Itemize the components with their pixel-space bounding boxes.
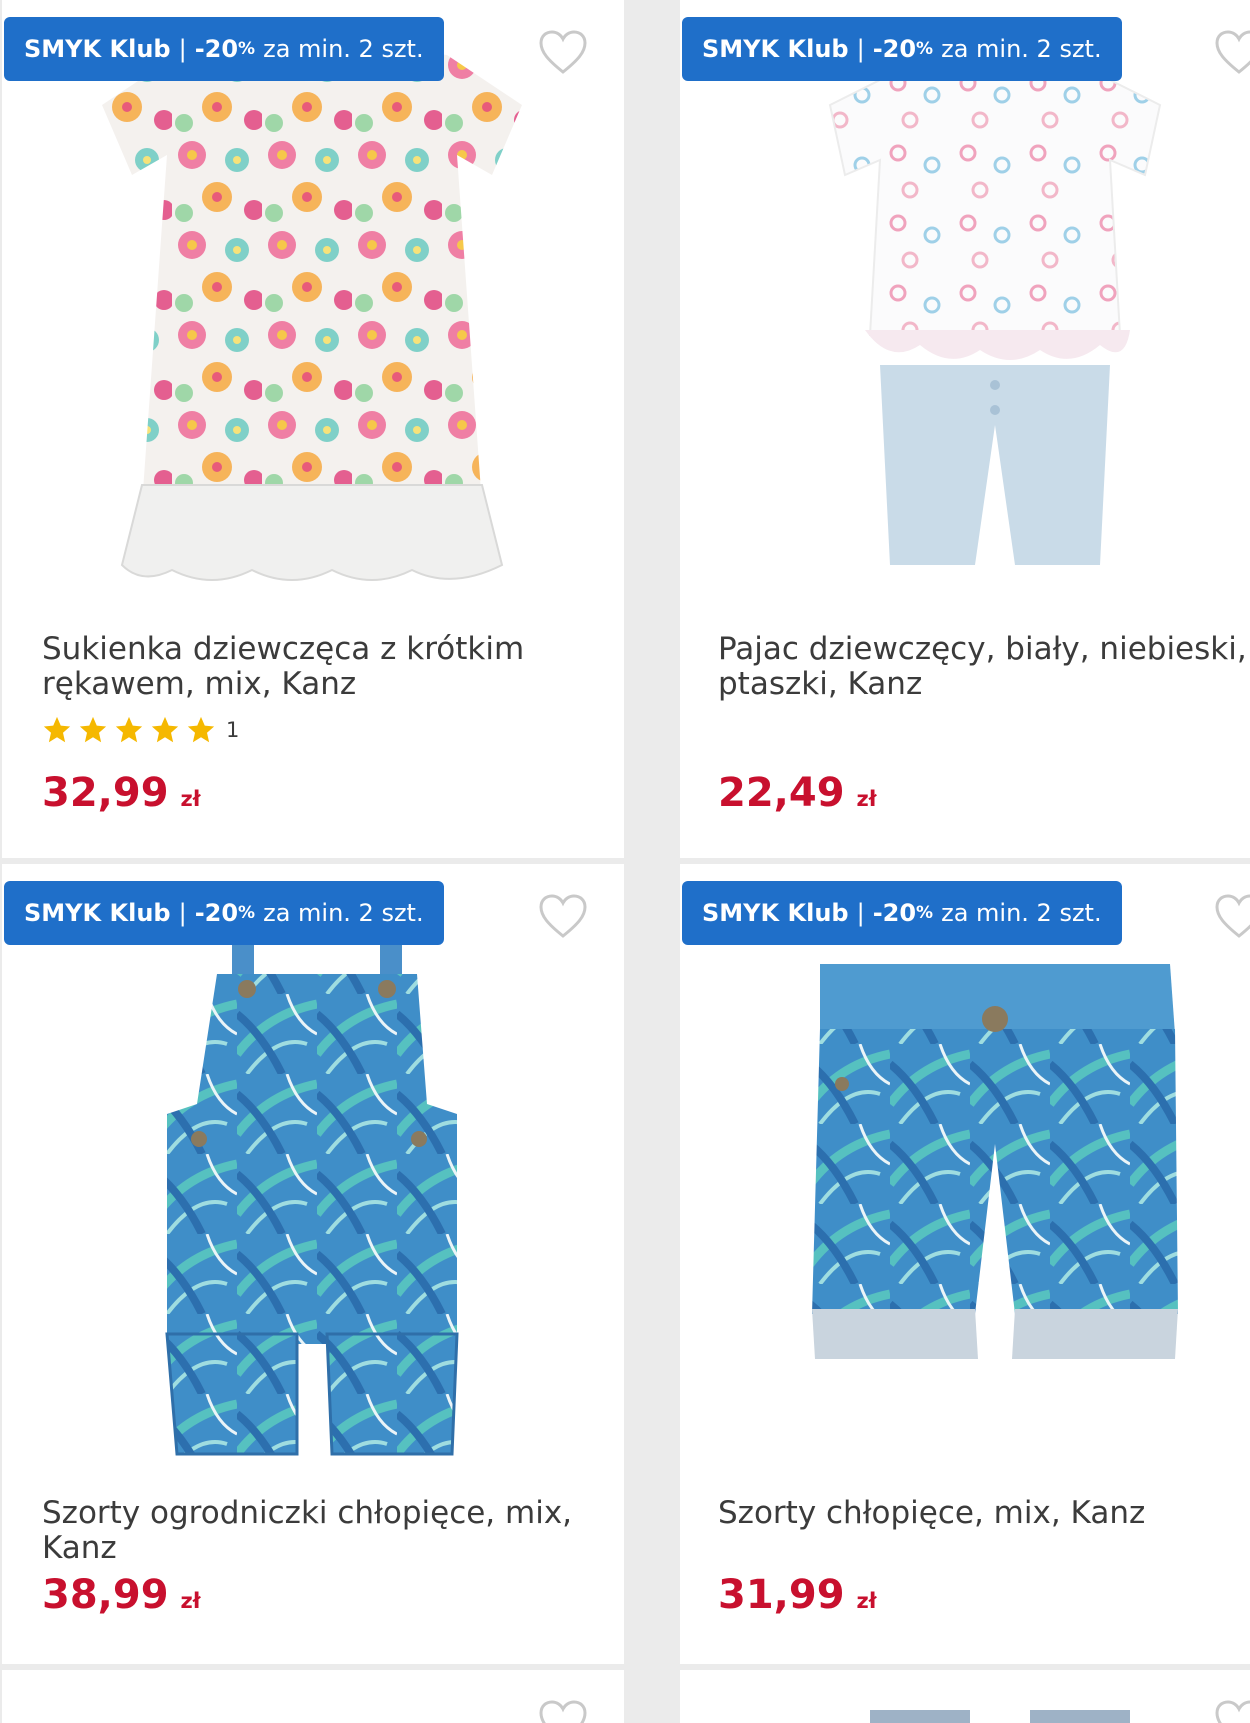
badge-percent: % <box>238 903 256 923</box>
smyk-klub-badge: SMYK Klub | -20 % za min. 2 szt. <box>4 881 444 945</box>
badge-discount: -20 <box>194 35 239 63</box>
badge-percent: % <box>916 903 934 923</box>
smyk-klub-badge: SMYK Klub | -20 % za min. 2 szt. <box>4 17 444 81</box>
product-title[interactable]: Sukienka dziewczęca z krótkim rękawem, m… <box>42 632 624 702</box>
overall-shorts-icon[interactable] <box>157 914 477 1459</box>
heart-outline-icon[interactable] <box>538 894 588 940</box>
badge-club: SMYK Klub <box>24 899 171 927</box>
star-icon <box>114 715 144 745</box>
badge-discount: -20 <box>194 899 239 927</box>
price-currency: zł <box>180 787 201 811</box>
badge-separator: | <box>856 35 865 63</box>
badge-club: SMYK Klub <box>24 35 171 63</box>
product-card[interactable]: SMYK Klub | -20 % za min. 2 szt. Sukienk… <box>2 0 624 858</box>
price-currency: zł <box>856 1589 877 1613</box>
badge-separator: | <box>178 35 187 63</box>
product-card[interactable] <box>2 1670 624 1723</box>
product-card[interactable] <box>680 1670 1250 1723</box>
badge-condition: za min. 2 szt. <box>263 899 424 927</box>
product-title[interactable]: Pajac dziewczęcy, biały, niebieski, ptas… <box>718 632 1248 702</box>
product-card[interactable]: SMYK Klub | -20 % za min. 2 szt. Szorty … <box>2 864 624 1664</box>
heart-outline-icon[interactable] <box>538 1700 588 1723</box>
star-icon <box>150 715 180 745</box>
star-icon <box>42 715 72 745</box>
price: 38,99 zł <box>42 1572 201 1618</box>
badge-discount: -20 <box>872 899 917 927</box>
price-currency: zł <box>180 1589 201 1613</box>
heart-outline-icon[interactable] <box>1214 894 1250 940</box>
price: 32,99 zł <box>42 770 201 816</box>
heart-outline-icon[interactable] <box>538 30 588 76</box>
product-card[interactable]: SMYK Klub | -20 % za min. 2 szt. Pajac d… <box>680 0 1250 858</box>
product-title[interactable]: Szorty chłopięce, mix, Kanz <box>718 1496 1248 1531</box>
badge-discount: -20 <box>872 35 917 63</box>
product-card[interactable]: SMYK Klub | -20 % za min. 2 szt. Szorty … <box>680 864 1250 1664</box>
heart-outline-icon[interactable] <box>1214 1700 1250 1723</box>
product-image-partial[interactable] <box>870 1710 1150 1723</box>
price-currency: zł <box>856 787 877 811</box>
price: 22,49 zł <box>718 770 877 816</box>
badge-percent: % <box>238 39 256 59</box>
product-title[interactable]: Szorty ogrodniczki chłopięce, mix, Kanz <box>42 1496 624 1566</box>
badge-condition: za min. 2 szt. <box>263 35 424 63</box>
shorts-icon[interactable] <box>810 964 1180 1394</box>
star-icon <box>186 715 216 745</box>
smyk-klub-badge: SMYK Klub | -20 % za min. 2 szt. <box>682 881 1122 945</box>
price-value: 31,99 <box>718 1572 845 1618</box>
rating: 1 <box>42 715 239 745</box>
badge-club: SMYK Klub <box>702 35 849 63</box>
price-value: 22,49 <box>718 770 845 816</box>
floral-dress-icon[interactable] <box>82 45 542 585</box>
badge-percent: % <box>916 39 934 59</box>
rating-count: 1 <box>226 718 240 742</box>
badge-separator: | <box>856 899 865 927</box>
romper-icon[interactable] <box>810 65 1180 575</box>
badge-condition: za min. 2 szt. <box>941 35 1102 63</box>
price-value: 32,99 <box>42 770 169 816</box>
badge-separator: | <box>178 899 187 927</box>
star-icon <box>78 715 108 745</box>
heart-outline-icon[interactable] <box>1214 30 1250 76</box>
badge-club: SMYK Klub <box>702 899 849 927</box>
badge-condition: za min. 2 szt. <box>941 899 1102 927</box>
smyk-klub-badge: SMYK Klub | -20 % za min. 2 szt. <box>682 17 1122 81</box>
price-value: 38,99 <box>42 1572 169 1618</box>
price: 31,99 zł <box>718 1572 877 1618</box>
